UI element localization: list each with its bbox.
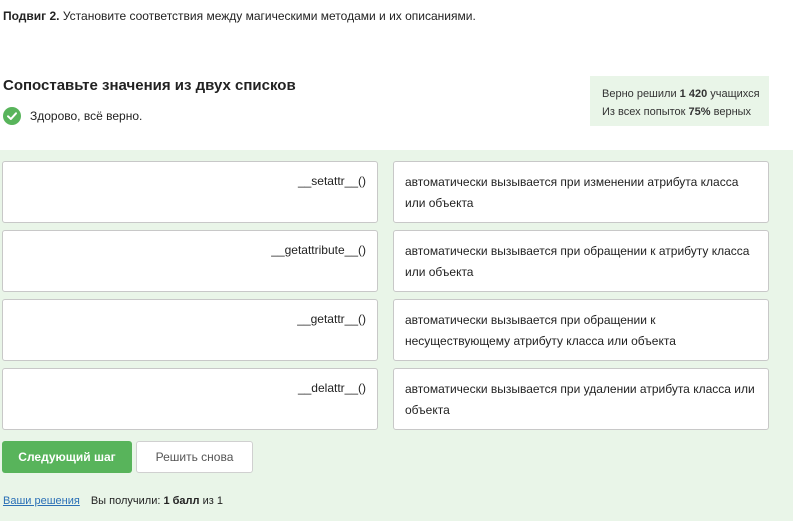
- step-label: Подвиг 2.: [3, 9, 60, 23]
- stats-solved-suffix: учащихся: [710, 88, 760, 100]
- next-step-button[interactable]: Следующий шаг: [2, 441, 132, 473]
- term-item: __getattr__(): [2, 299, 378, 361]
- stats-solved-prefix: Верно решили: [602, 88, 677, 100]
- your-solutions-link[interactable]: Ваши решения: [3, 495, 80, 507]
- stats-attempts: Из всех попыток 75% верных: [602, 103, 769, 121]
- step-description: Установите соответствия между магическим…: [62, 9, 476, 23]
- task-title: Сопоставьте значения из двух списков: [3, 77, 296, 94]
- term-item: __getattribute__(): [2, 230, 378, 292]
- step-header: Подвиг 2. Установите соответствия между …: [3, 9, 476, 23]
- term-item: __setattr__(): [2, 161, 378, 223]
- score-value: 1 балл: [163, 495, 200, 507]
- stats-attempts-suffix: верных: [713, 106, 752, 118]
- stats-box: Верно решили 1 420 учащихся Из всех попы…: [590, 76, 769, 126]
- definition-item[interactable]: автоматически вызывается при изменении а…: [393, 161, 769, 223]
- stats-attempts-percent: 75%: [688, 106, 711, 118]
- definition-item[interactable]: автоматически вызывается при обращении к…: [393, 230, 769, 292]
- definition-item[interactable]: автоматически вызывается при удалении ат…: [393, 368, 769, 430]
- stats-attempts-prefix: Из всех попыток: [602, 106, 686, 118]
- definition-item[interactable]: автоматически вызывается при обращении к…: [393, 299, 769, 361]
- term-item: __delattr__(): [2, 368, 378, 430]
- stats-solved: Верно решили 1 420 учащихся: [602, 85, 769, 103]
- score-text: Вы получили: 1 балл из 1: [91, 495, 223, 507]
- retry-button[interactable]: Решить снова: [136, 441, 253, 473]
- check-circle-icon: [3, 107, 21, 125]
- stats-solved-count: 1 420: [679, 88, 708, 100]
- status-message: Здорово, всё верно.: [30, 109, 143, 123]
- score-suffix: из 1: [202, 495, 223, 507]
- score-prefix: Вы получили:: [90, 495, 161, 507]
- footer: Ваши решения Вы получили: 1 балл из 1: [3, 495, 223, 507]
- result-status: Здорово, всё верно.: [3, 107, 142, 125]
